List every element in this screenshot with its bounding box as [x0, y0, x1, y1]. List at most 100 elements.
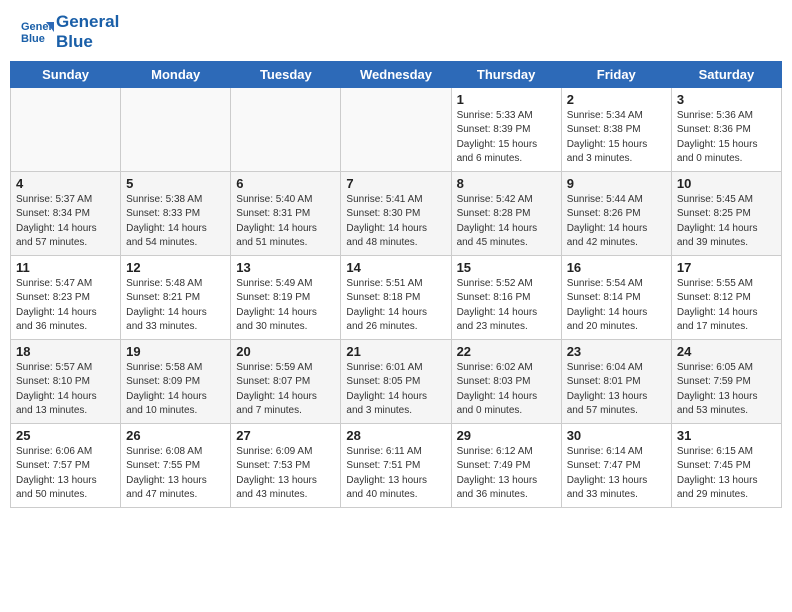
day-info-line: and 45 minutes.: [457, 236, 556, 251]
day-info-line: Daylight: 15 hours: [567, 138, 666, 153]
day-info-line: Sunrise: 6:14 AM: [567, 445, 666, 460]
day-cell: 16Sunrise: 5:54 AMSunset: 8:14 PMDayligh…: [561, 255, 671, 339]
day-number: 15: [457, 260, 556, 275]
day-info-line: Sunset: 8:07 PM: [236, 375, 335, 390]
day-info-line: and 48 minutes.: [346, 236, 445, 251]
day-cell: 18Sunrise: 5:57 AMSunset: 8:10 PMDayligh…: [11, 339, 121, 423]
day-number: 7: [346, 176, 445, 191]
day-number: 22: [457, 344, 556, 359]
day-cell: 26Sunrise: 6:08 AMSunset: 7:55 PMDayligh…: [121, 423, 231, 507]
day-info-line: and 0 minutes.: [457, 404, 556, 419]
day-info-line: and 3 minutes.: [567, 152, 666, 167]
day-info-line: Sunrise: 6:11 AM: [346, 445, 445, 460]
day-info-line: Sunset: 8:18 PM: [346, 291, 445, 306]
day-number: 18: [16, 344, 115, 359]
day-cell: [11, 87, 121, 171]
day-info-line: Sunset: 8:21 PM: [126, 291, 225, 306]
day-cell: 21Sunrise: 6:01 AMSunset: 8:05 PMDayligh…: [341, 339, 451, 423]
day-info-line: Daylight: 13 hours: [236, 474, 335, 489]
day-number: 25: [16, 428, 115, 443]
day-info-line: Daylight: 14 hours: [236, 306, 335, 321]
day-info-line: Sunrise: 5:48 AM: [126, 277, 225, 292]
day-info-line: Sunrise: 5:47 AM: [16, 277, 115, 292]
day-info-line: Sunrise: 5:37 AM: [16, 193, 115, 208]
week-row-2: 4Sunrise: 5:37 AMSunset: 8:34 PMDaylight…: [11, 171, 782, 255]
day-info-line: Sunset: 8:30 PM: [346, 207, 445, 222]
day-cell: 19Sunrise: 5:58 AMSunset: 8:09 PMDayligh…: [121, 339, 231, 423]
header: General Blue General Blue: [0, 0, 792, 61]
day-cell: [231, 87, 341, 171]
day-info-line: Sunrise: 6:06 AM: [16, 445, 115, 460]
weekday-header-row: SundayMondayTuesdayWednesdayThursdayFrid…: [11, 61, 782, 87]
day-header-tuesday: Tuesday: [231, 61, 341, 87]
day-cell: 23Sunrise: 6:04 AMSunset: 8:01 PMDayligh…: [561, 339, 671, 423]
svg-text:Blue: Blue: [21, 33, 45, 45]
day-cell: [341, 87, 451, 171]
day-number: 24: [677, 344, 776, 359]
day-info-line: Daylight: 15 hours: [677, 138, 776, 153]
day-info-line: Sunset: 8:36 PM: [677, 123, 776, 138]
day-info-line: Daylight: 14 hours: [346, 306, 445, 321]
day-info-line: and 57 minutes.: [16, 236, 115, 251]
day-number: 2: [567, 92, 666, 107]
day-info-line: and 7 minutes.: [236, 404, 335, 419]
day-info-line: Sunset: 8:23 PM: [16, 291, 115, 306]
day-info-line: Daylight: 14 hours: [457, 306, 556, 321]
day-cell: 31Sunrise: 6:15 AMSunset: 7:45 PMDayligh…: [671, 423, 781, 507]
day-cell: 20Sunrise: 5:59 AMSunset: 8:07 PMDayligh…: [231, 339, 341, 423]
day-cell: 9Sunrise: 5:44 AMSunset: 8:26 PMDaylight…: [561, 171, 671, 255]
day-info-line: and 47 minutes.: [126, 488, 225, 503]
day-info-line: Sunrise: 5:36 AM: [677, 109, 776, 124]
day-info-line: Sunset: 8:28 PM: [457, 207, 556, 222]
day-info-line: Daylight: 13 hours: [677, 474, 776, 489]
day-number: 9: [567, 176, 666, 191]
day-cell: 7Sunrise: 5:41 AMSunset: 8:30 PMDaylight…: [341, 171, 451, 255]
day-cell: 13Sunrise: 5:49 AMSunset: 8:19 PMDayligh…: [231, 255, 341, 339]
day-info-line: Daylight: 13 hours: [567, 390, 666, 405]
day-info-line: and 50 minutes.: [16, 488, 115, 503]
day-info-line: Sunset: 7:47 PM: [567, 459, 666, 474]
day-header-thursday: Thursday: [451, 61, 561, 87]
day-info-line: Sunset: 8:38 PM: [567, 123, 666, 138]
day-number: 19: [126, 344, 225, 359]
day-info-line: Daylight: 14 hours: [16, 306, 115, 321]
day-info-line: Sunset: 8:26 PM: [567, 207, 666, 222]
day-cell: 5Sunrise: 5:38 AMSunset: 8:33 PMDaylight…: [121, 171, 231, 255]
day-info-line: Sunset: 8:10 PM: [16, 375, 115, 390]
day-info-line: and 40 minutes.: [346, 488, 445, 503]
day-info-line: Sunset: 7:49 PM: [457, 459, 556, 474]
day-info-line: Sunrise: 5:54 AM: [567, 277, 666, 292]
day-info-line: Sunset: 7:55 PM: [126, 459, 225, 474]
day-info-line: Sunrise: 6:01 AM: [346, 361, 445, 376]
day-info-line: Sunrise: 6:04 AM: [567, 361, 666, 376]
day-info-line: Sunrise: 5:42 AM: [457, 193, 556, 208]
day-info-line: Sunset: 8:19 PM: [236, 291, 335, 306]
day-info-line: Sunset: 8:05 PM: [346, 375, 445, 390]
day-number: 10: [677, 176, 776, 191]
day-info-line: Daylight: 15 hours: [457, 138, 556, 153]
day-number: 16: [567, 260, 666, 275]
day-info-line: Daylight: 14 hours: [16, 222, 115, 237]
day-number: 30: [567, 428, 666, 443]
day-cell: 3 Sunrise: 5:36 AMSunset: 8:36 PMDaylight…: [671, 87, 781, 171]
day-info-line: Daylight: 14 hours: [126, 390, 225, 405]
day-info-line: Sunset: 7:45 PM: [677, 459, 776, 474]
day-cell: 17Sunrise: 5:55 AMSunset: 8:12 PMDayligh…: [671, 255, 781, 339]
day-number: 3: [677, 92, 776, 107]
day-info-line: and 3 minutes.: [346, 404, 445, 419]
logo-icon: General Blue: [18, 14, 54, 50]
day-number: 6: [236, 176, 335, 191]
day-info-line: Daylight: 13 hours: [126, 474, 225, 489]
day-cell: 30Sunrise: 6:14 AMSunset: 7:47 PMDayligh…: [561, 423, 671, 507]
day-info-line: and 36 minutes.: [457, 488, 556, 503]
day-info-line: Sunset: 8:12 PM: [677, 291, 776, 306]
day-number: 5: [126, 176, 225, 191]
day-cell: 1Sunrise: 5:33 AMSunset: 8:39 PMDaylight…: [451, 87, 561, 171]
day-info-line: Daylight: 13 hours: [346, 474, 445, 489]
day-info-line: Daylight: 14 hours: [346, 222, 445, 237]
day-info-line: Daylight: 14 hours: [126, 222, 225, 237]
day-info-line: and 57 minutes.: [567, 404, 666, 419]
day-info-line: and 54 minutes.: [126, 236, 225, 251]
day-info-line: Sunset: 8:14 PM: [567, 291, 666, 306]
day-info-line: and 39 minutes.: [677, 236, 776, 251]
